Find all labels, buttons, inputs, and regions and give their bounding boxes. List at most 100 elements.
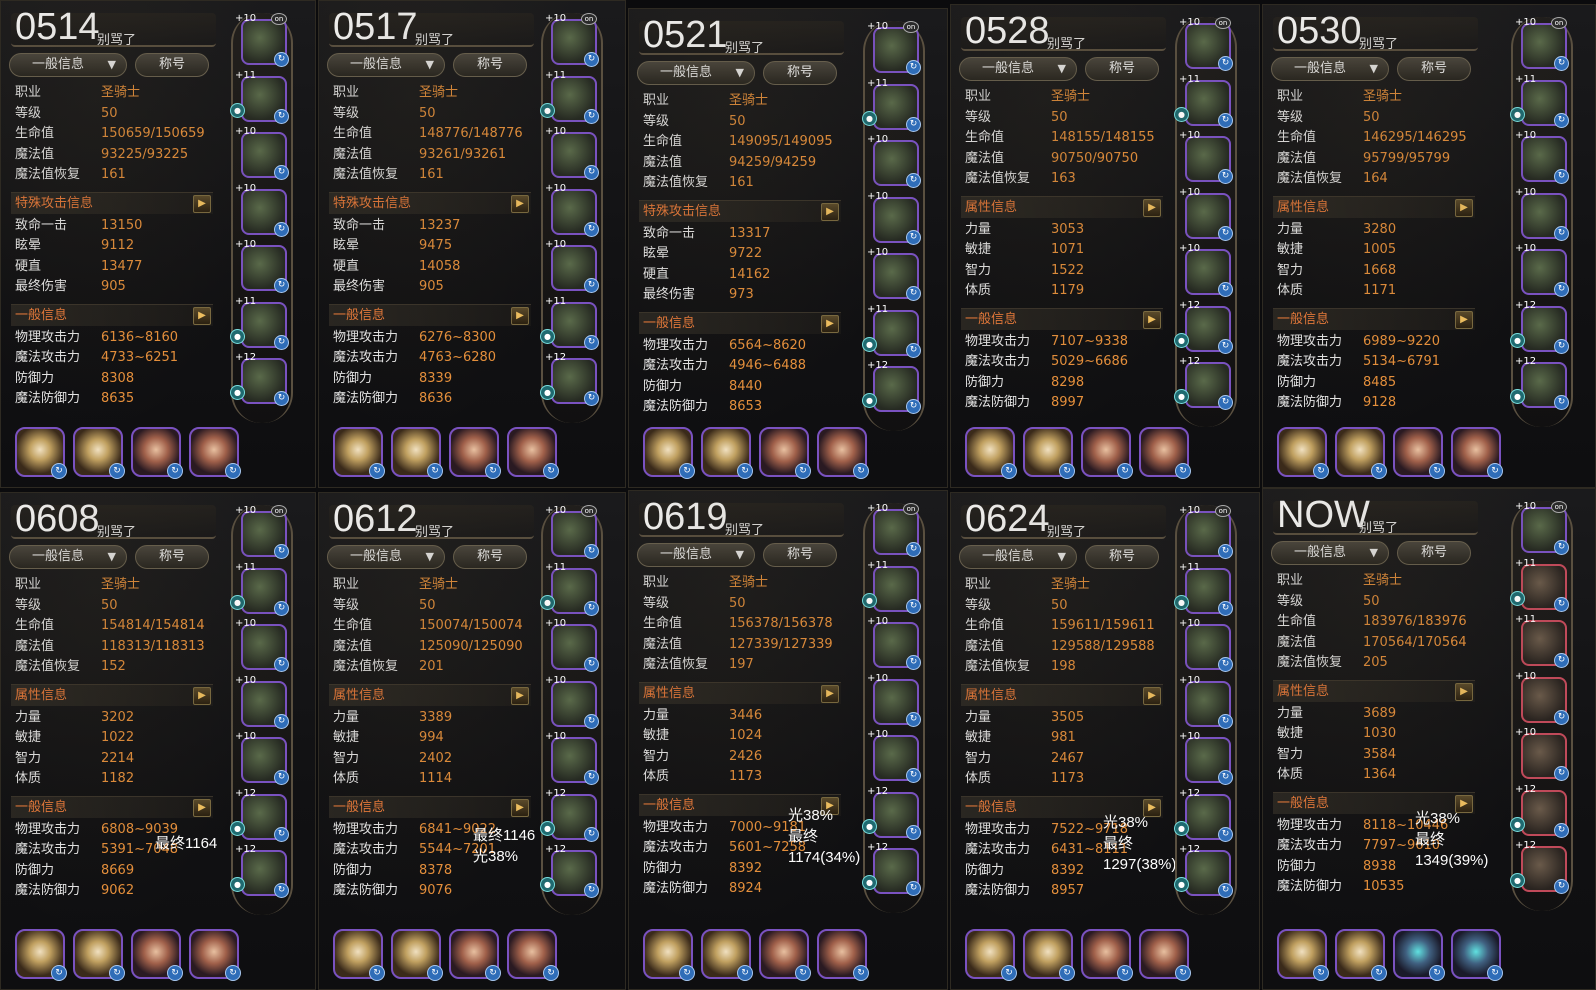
equipment-slot[interactable]: +10 ↻ <box>1179 675 1233 729</box>
title-button[interactable]: 称号 <box>135 545 209 569</box>
equipment-slot[interactable]: +10 ↻ <box>235 183 289 237</box>
section-general[interactable]: 一般信息 ▶ <box>961 307 1163 330</box>
on-toggle-icon[interactable]: on <box>271 13 287 25</box>
accessory-slot[interactable]: ↻ <box>1451 427 1503 479</box>
equipment-slot[interactable]: +10 ↻ <box>867 729 921 783</box>
arrow-right-icon[interactable]: ▶ <box>511 194 529 213</box>
title-button[interactable]: 称号 <box>1085 545 1159 569</box>
accessory-slot[interactable]: ↻ <box>643 929 695 981</box>
equipment-slot[interactable]: +12 ↻ ● <box>862 360 921 414</box>
accessory-slot[interactable]: ↻ <box>449 929 501 981</box>
equipment-slot[interactable]: +11 ↻ ● <box>230 562 289 616</box>
arrow-right-icon[interactable]: ▶ <box>511 686 529 705</box>
section-general[interactable]: 一般信息 ▶ <box>329 795 531 818</box>
equipment-slot[interactable]: +10 ↻ <box>235 675 289 729</box>
equipment-slot[interactable]: +10 ↻ <box>545 618 599 672</box>
accessory-slot[interactable]: ↻ <box>507 929 559 981</box>
arrow-right-icon[interactable]: ▶ <box>1455 198 1473 217</box>
section-general[interactable]: 一般信息 ▶ <box>11 303 213 326</box>
equipment-slot[interactable]: +10 ↻ <box>235 731 289 785</box>
equipment-slot[interactable]: +10 ↻ <box>545 126 599 180</box>
accessory-slot[interactable]: ↻ <box>643 427 695 479</box>
section-special-attack[interactable]: 特殊攻击信息 ▶ <box>329 191 531 214</box>
equipment-slot[interactable]: +10 ↻ <box>1179 731 1233 785</box>
equipment-slot[interactable]: +12 ↻ ● <box>230 352 289 406</box>
equipment-slot[interactable]: +11 ↻ ● <box>230 70 289 124</box>
on-toggle-icon[interactable]: on <box>581 13 597 25</box>
arrow-right-icon[interactable]: ▶ <box>1143 686 1161 705</box>
arrow-right-icon[interactable]: ▶ <box>1455 310 1473 329</box>
title-button[interactable]: 称号 <box>1397 57 1471 81</box>
arrow-right-icon[interactable]: ▶ <box>1143 310 1161 329</box>
equipment-slot[interactable]: +10 ↻ on <box>235 13 289 67</box>
arrow-right-icon[interactable]: ▶ <box>193 686 211 705</box>
equipment-slot[interactable]: +10 ↻ <box>545 675 599 729</box>
info-dropdown[interactable]: 一般信息 ▼ <box>327 53 445 77</box>
equipment-slot[interactable]: +12 ↻ ● <box>862 786 921 840</box>
info-dropdown[interactable]: 一般信息 ▼ <box>9 545 127 569</box>
section-general[interactable]: 一般信息 ▶ <box>1273 307 1475 330</box>
arrow-right-icon[interactable]: ▶ <box>1143 198 1161 217</box>
accessory-slot[interactable]: ↻ <box>1023 427 1075 479</box>
equipment-slot[interactable]: +12 ↻ ● <box>540 788 599 842</box>
equipment-slot[interactable]: +10 ↻ <box>545 183 599 237</box>
equipment-slot[interactable]: +11 ↻ ● <box>540 296 599 350</box>
title-button[interactable]: 称号 <box>453 545 527 569</box>
accessory-slot[interactable]: ↻ <box>15 929 67 981</box>
equipment-slot[interactable]: +12 ↻ ● <box>1174 788 1233 842</box>
info-dropdown[interactable]: 一般信息 ▼ <box>9 53 127 77</box>
equipment-slot[interactable]: +10 ↻ <box>1515 243 1569 297</box>
equipment-slot[interactable]: +12 ↻ ● <box>1510 300 1569 354</box>
on-toggle-icon[interactable]: on <box>1551 501 1567 513</box>
section-special-attack[interactable]: 特殊攻击信息 ▶ <box>639 199 841 222</box>
info-dropdown[interactable]: 一般信息 ▼ <box>1271 541 1389 565</box>
equipment-slot[interactable]: +10 ↻ <box>1515 187 1569 241</box>
accessory-slot[interactable]: ↻ <box>189 427 241 479</box>
equipment-slot[interactable]: +10 ↻ <box>1515 130 1569 184</box>
equipment-slot[interactable]: +10 ↻ on <box>545 505 599 559</box>
accessory-slot[interactable]: ↻ <box>1393 427 1445 479</box>
arrow-right-icon[interactable]: ▶ <box>821 202 839 221</box>
equipment-slot[interactable]: +10 ↻ <box>235 618 289 672</box>
section-general[interactable]: 一般信息 ▶ <box>639 311 841 334</box>
on-toggle-icon[interactable]: on <box>581 505 597 517</box>
accessory-slot[interactable]: ↻ <box>817 427 869 479</box>
on-toggle-icon[interactable]: on <box>903 21 919 33</box>
section-attributes[interactable]: 属性信息 ▶ <box>329 683 531 706</box>
info-dropdown[interactable]: 一般信息 ▼ <box>637 543 755 567</box>
section-attributes[interactable]: 属性信息 ▶ <box>1273 679 1475 702</box>
equipment-slot[interactable]: +10 ↻ <box>1515 671 1569 725</box>
equipment-slot[interactable]: +12 ↻ ● <box>862 842 921 896</box>
accessory-slot[interactable]: ↻ <box>965 427 1017 479</box>
arrow-right-icon[interactable]: ▶ <box>193 798 211 817</box>
arrow-right-icon[interactable]: ▶ <box>821 684 839 703</box>
equipment-slot[interactable]: +10 ↻ on <box>545 13 599 67</box>
accessory-slot[interactable]: ↻ <box>1081 929 1133 981</box>
accessory-slot[interactable]: ↻ <box>1081 427 1133 479</box>
on-toggle-icon[interactable]: on <box>1215 17 1231 29</box>
equipment-slot[interactable]: +11 ↻ ● <box>862 78 921 132</box>
equipment-slot[interactable]: +10 ↻ <box>867 191 921 245</box>
equipment-slot[interactable]: +12 ↻ ● <box>230 788 289 842</box>
arrow-right-icon[interactable]: ▶ <box>193 194 211 213</box>
accessory-slot[interactable]: ↻ <box>189 929 241 981</box>
accessory-slot[interactable]: ↻ <box>507 427 559 479</box>
accessory-slot[interactable]: ↻ <box>817 929 869 981</box>
equipment-slot[interactable]: +12 ↻ ● <box>1174 356 1233 410</box>
info-dropdown[interactable]: 一般信息 ▼ <box>959 545 1077 569</box>
accessory-slot[interactable]: ↻ <box>391 427 443 479</box>
section-attributes[interactable]: 属性信息 ▶ <box>961 195 1163 218</box>
accessory-slot[interactable]: ↻ <box>759 427 811 479</box>
equipment-slot[interactable]: +12 ↻ ● <box>540 352 599 406</box>
equipment-slot[interactable]: +10 ↻ on <box>1515 17 1569 71</box>
equipment-slot[interactable]: +12 ↻ ● <box>540 844 599 898</box>
title-button[interactable]: 称号 <box>1085 57 1159 81</box>
section-attributes[interactable]: 属性信息 ▶ <box>961 683 1163 706</box>
arrow-right-icon[interactable]: ▶ <box>1455 682 1473 701</box>
accessory-slot[interactable]: ↻ <box>1023 929 1075 981</box>
equipment-slot[interactable]: +10 ↻ on <box>235 505 289 559</box>
equipment-slot[interactable]: +10 ↻ <box>1179 187 1233 241</box>
accessory-slot[interactable]: ↻ <box>391 929 443 981</box>
equipment-slot[interactable]: +10 ↻ on <box>867 503 921 557</box>
section-attributes[interactable]: 属性信息 ▶ <box>1273 195 1475 218</box>
